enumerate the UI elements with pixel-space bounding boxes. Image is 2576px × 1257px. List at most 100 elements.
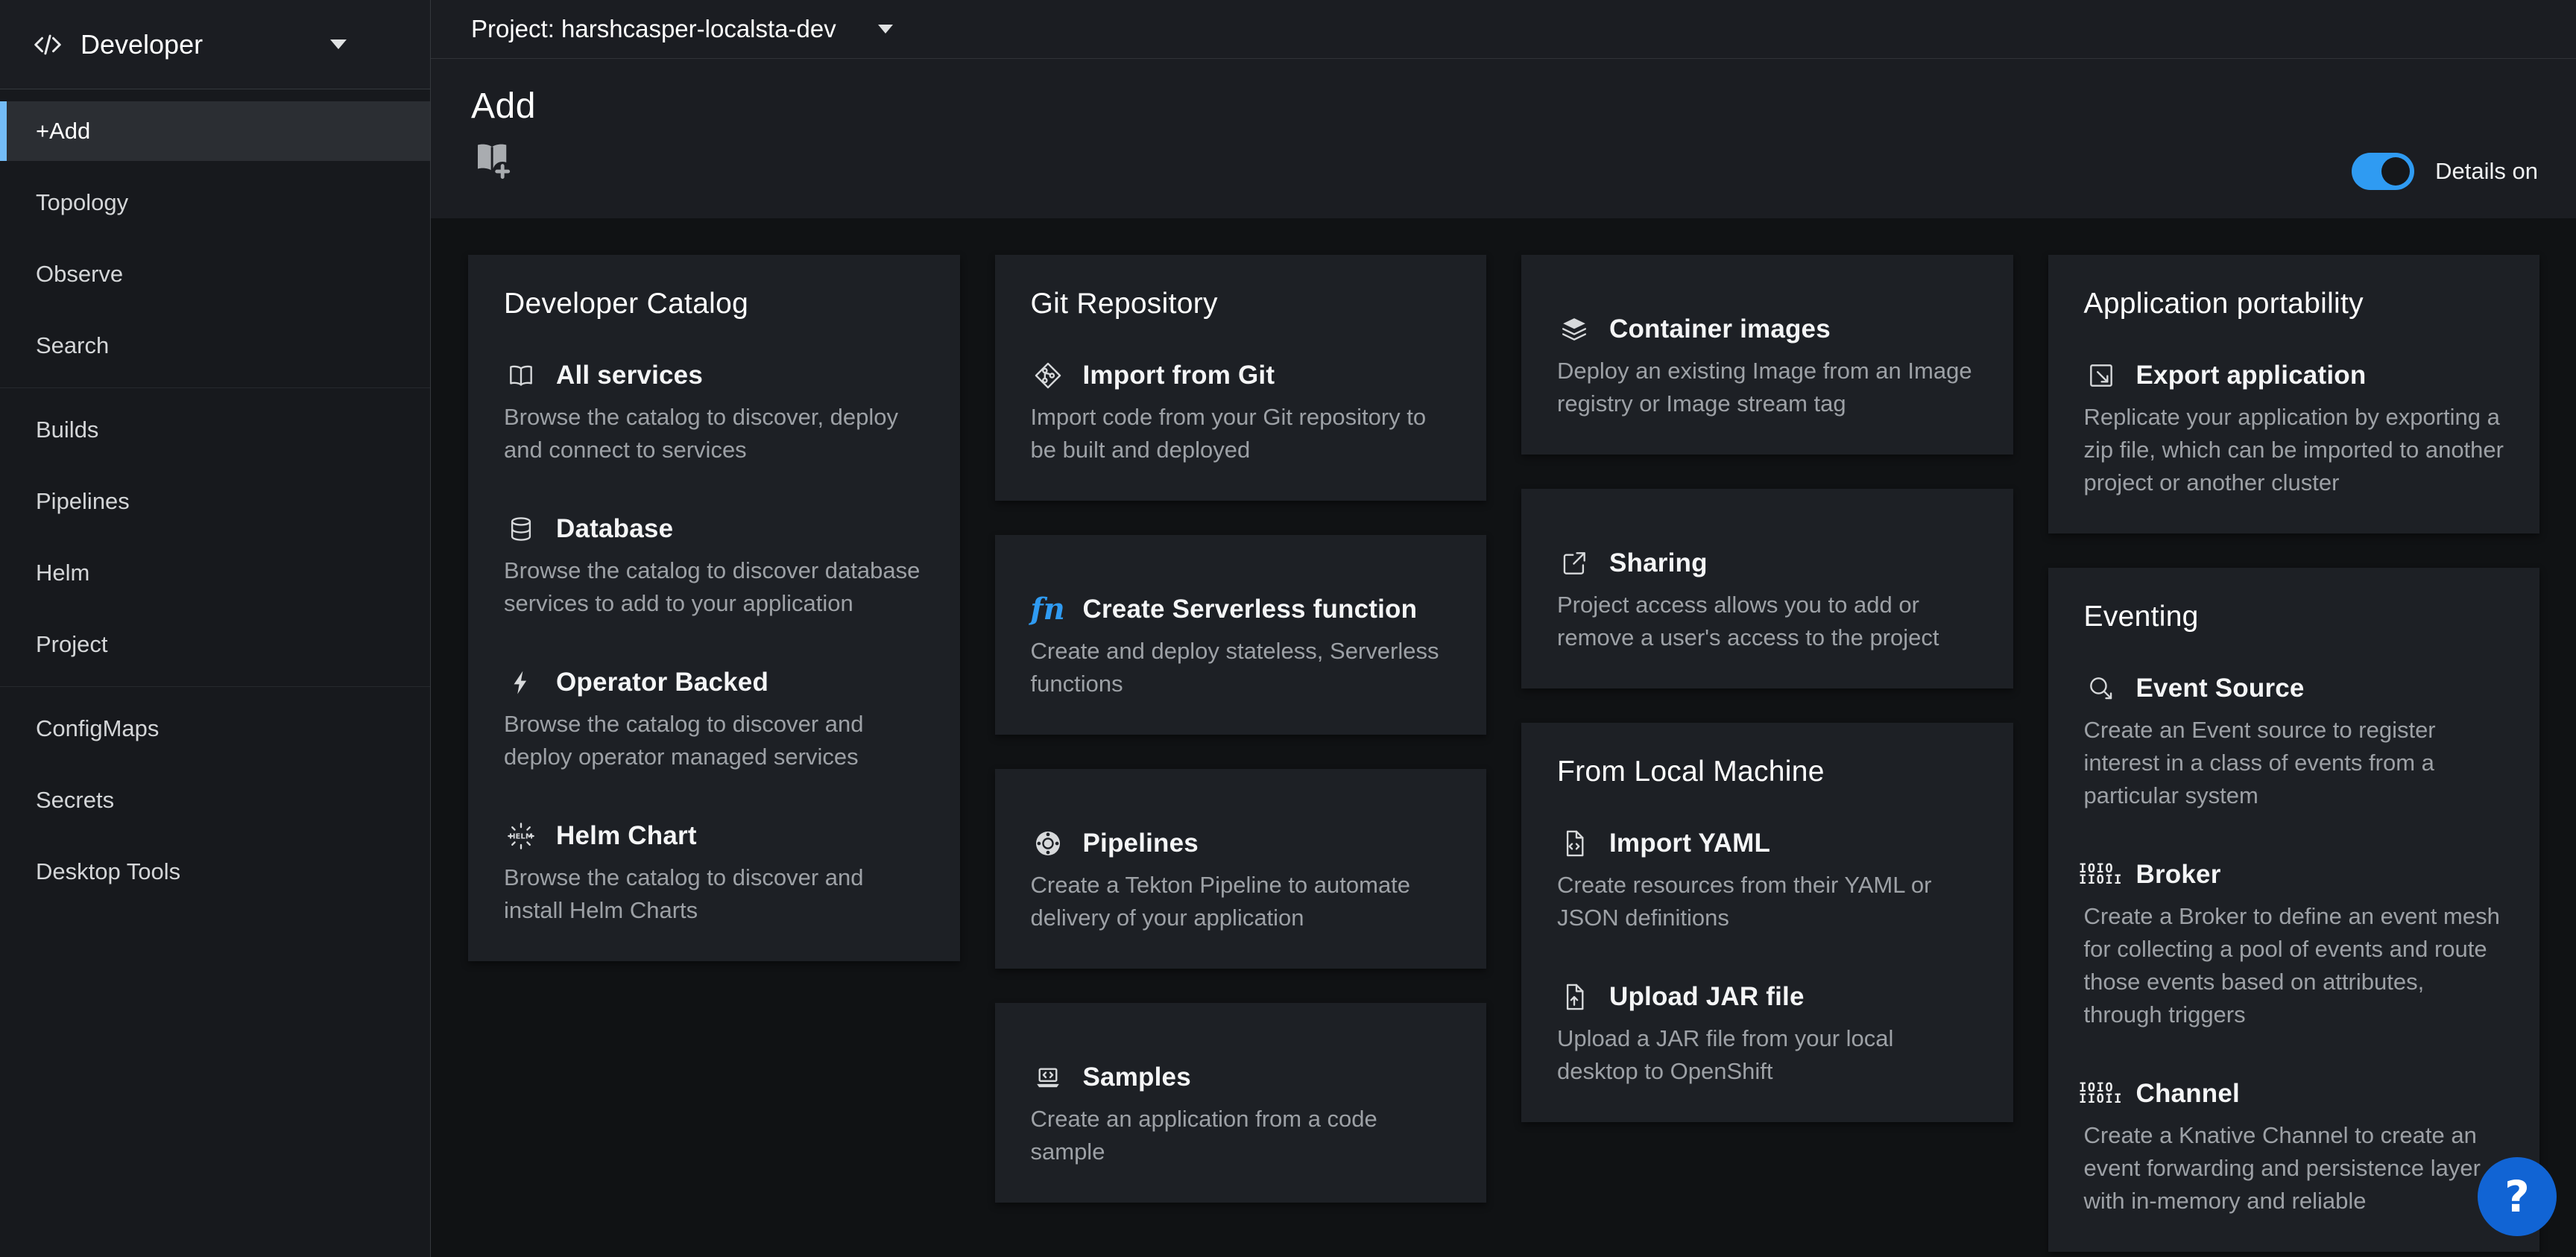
helm-icon: HELM [504, 822, 538, 850]
sidebar-item-builds[interactable]: Builds [0, 400, 430, 460]
card-create-serverless-function[interactable]: fnCreate Serverless function Create and d… [995, 535, 1487, 735]
main-area: Project: harshcasper-localsta-dev Add De… [431, 0, 2576, 1257]
card-group-title: Git Repository [1031, 288, 1451, 320]
catalog-item-link[interactable]: Import from Git [1031, 361, 1451, 390]
catalog-item-import-from-git[interactable]: Import from GitImport code from your Git… [1031, 361, 1451, 466]
catalog-item-description: Create a Broker to define an event mesh … [2084, 900, 2504, 1031]
project-dropdown[interactable]: Project: harshcasper-localsta-dev [471, 15, 893, 43]
card-sharing[interactable]: SharingProject access allows you to add … [1521, 489, 2013, 688]
card-git-repository[interactable]: Git Repository Import from GitImport code… [995, 255, 1487, 501]
catalog-item-description: Create an Event source to register inter… [2084, 714, 2504, 812]
catalog-item-description: Upload a JAR file from your local deskto… [1557, 1022, 1977, 1088]
catalog-item-import-yaml[interactable]: Import YAMLCreate resources from their Y… [1557, 829, 1977, 934]
sidebar-item-project[interactable]: Project [0, 615, 430, 674]
sidebar-item-observe[interactable]: Observe [0, 244, 430, 304]
sidebar-item-add[interactable]: +Add [0, 101, 430, 161]
card-samples[interactable]: Samples Create an application from a code… [995, 1003, 1487, 1203]
card-column: Developer Catalog All servicesBrowse the … [468, 255, 960, 961]
page-title: Add [471, 86, 2576, 127]
catalog-item-title: Database [556, 514, 673, 544]
catalog-item-link[interactable]: Import YAML [1557, 829, 1977, 858]
card-application-portability[interactable]: Application portabilityExport applicatio… [2048, 255, 2540, 533]
catalog-item-link[interactable]: Event Source [2084, 674, 2504, 703]
catalog-item-link[interactable]: Sharing [1557, 548, 1977, 578]
catalog-item-database[interactable]: DatabaseBrowse the catalog to discover d… [504, 514, 924, 620]
sidebar-item-desktop-tools[interactable]: Desktop Tools [0, 842, 430, 902]
sidebar-item-label: Observe [36, 261, 123, 288]
catalog-item-description: Create an application from a code sample [1031, 1103, 1451, 1168]
catalog-item-create-serverless-function[interactable]: fnCreate Serverless function Create and d… [1031, 595, 1451, 700]
sidebar-nav: +Add Topology Observe Search Builds Pipelines… [0, 89, 430, 1257]
sidebar: Developer +Add Topology Observe Search Build… [0, 0, 431, 1257]
card-container-images[interactable]: Container imagesDeploy an existing Image… [1521, 255, 2013, 455]
card-from-local-machine[interactable]: From Local MachineImport YAMLCreate reso… [1521, 723, 2013, 1122]
yaml-file-icon [1557, 829, 1591, 858]
catalog-item-link[interactable]: Operator Backed [504, 668, 924, 697]
catalog-item-link[interactable]: Database [504, 514, 924, 544]
catalog-item-title: Event Source [2136, 674, 2305, 703]
card-column: Git Repository Import from GitImport code… [995, 255, 1487, 1203]
catalog-item-operator-backed[interactable]: Operator BackedBrowse the catalog to dis… [504, 668, 924, 773]
git-icon [1031, 361, 1065, 390]
sidebar-item-search[interactable]: Search [0, 316, 430, 376]
catalog-item-samples[interactable]: Samples Create an application from a code… [1031, 1063, 1451, 1168]
catalog-item-link[interactable]: HELM Helm Chart [504, 821, 924, 851]
pipelines-icon [1031, 829, 1065, 858]
card-columns: Developer Catalog All servicesBrowse the … [468, 255, 2539, 1252]
perspective-switcher[interactable]: Developer [0, 0, 430, 89]
help-button[interactable]: ? [2478, 1157, 2557, 1236]
code-icon [33, 30, 63, 60]
catalog-item-link[interactable]: Export application [2084, 361, 2504, 390]
catalog-item-pipelines[interactable]: PipelinesCreate a Tekton Pipeline to aut… [1031, 829, 1451, 934]
catalog-item-description: Create and deploy stateless, Serverless … [1031, 635, 1451, 700]
catalog-item-link[interactable]: Container images [1557, 314, 1977, 344]
chevron-down-icon [330, 39, 347, 49]
sidebar-item-topology[interactable]: Topology [0, 173, 430, 232]
sidebar-nav-group: ConfigMaps Secrets Desktop Tools [0, 686, 430, 914]
card-group-title: Developer Catalog [504, 288, 924, 320]
details-toggle-group: Details on [2352, 153, 2538, 190]
details-toggle-label: Details on [2435, 158, 2538, 185]
catalog-item-link[interactable]: All services [504, 361, 924, 390]
catalog-item-upload-jar-file[interactable]: Upload JAR file Upload a JAR file from yo… [1557, 982, 1977, 1088]
event-source-icon [2084, 674, 2118, 703]
card-developer-catalog[interactable]: Developer Catalog All servicesBrowse the … [468, 255, 960, 961]
perspective-label: Developer [80, 29, 203, 60]
catalog-item-container-images[interactable]: Container imagesDeploy an existing Image… [1557, 314, 1977, 420]
catalog-item-title: Channel [2136, 1079, 2240, 1109]
sidebar-item-pipelines[interactable]: Pipelines [0, 472, 430, 531]
catalog-item-broker[interactable]: IOIOIIOIIBroker Create a Broker to define… [2084, 860, 2504, 1031]
catalog-item-link[interactable]: Pipelines [1031, 829, 1451, 858]
catalog-item-sharing[interactable]: SharingProject access allows you to add … [1557, 548, 1977, 654]
catalog-item-link[interactable]: Upload JAR file [1557, 982, 1977, 1012]
catalog-item-title: Create Serverless function [1083, 595, 1418, 624]
catalog-item-title: Operator Backed [556, 668, 768, 697]
catalog-item-link[interactable]: IOIOIIOIIChannel [2084, 1079, 2504, 1109]
card-eventing[interactable]: Eventing Event Source Create an Event sour… [2048, 568, 2540, 1252]
catalog-item-event-source[interactable]: Event Source Create an Event source to re… [2084, 674, 2504, 812]
catalog-item-helm-chart[interactable]: HELMHelm ChartBrowse the catalog to disc… [504, 821, 924, 927]
catalog-item-link[interactable]: Samples [1031, 1063, 1451, 1092]
catalog-item-title: Broker [2136, 860, 2221, 890]
catalog-item-link[interactable]: IOIOIIOIIBroker [2084, 860, 2504, 890]
layers-icon [1557, 315, 1591, 343]
page-header: Add Details on [431, 59, 2576, 218]
catalog-item-channel[interactable]: IOIOIIOIIChannelCreate a Knative Channel… [2084, 1079, 2504, 1218]
card-pipelines[interactable]: PipelinesCreate a Tekton Pipeline to aut… [995, 769, 1487, 969]
catalog-item-all-services[interactable]: All servicesBrowse the catalog to discov… [504, 361, 924, 466]
card-column: Application portabilityExport applicatio… [2048, 255, 2540, 1252]
topbar: Project: harshcasper-localsta-dev [431, 0, 2576, 59]
open-book-icon [504, 361, 538, 390]
catalog-item-title: Helm Chart [556, 821, 697, 851]
app-root: Developer +Add Topology Observe Search Build… [0, 0, 2576, 1257]
sidebar-item-configmaps[interactable]: ConfigMaps [0, 699, 430, 759]
quick-starts-book-plus-icon[interactable] [471, 139, 516, 183]
sidebar-nav-group: Builds Pipelines Helm Project [0, 387, 430, 686]
catalog-item-export-application[interactable]: Export applicationReplicate your applica… [2084, 361, 2504, 499]
database-icon [504, 515, 538, 543]
catalog-item-link[interactable]: fnCreate Serverless function [1031, 595, 1451, 624]
details-toggle[interactable] [2352, 153, 2414, 190]
sidebar-item-helm[interactable]: Helm [0, 543, 430, 603]
sidebar-item-secrets[interactable]: Secrets [0, 770, 430, 830]
card-group-title: Eventing [2084, 601, 2504, 633]
